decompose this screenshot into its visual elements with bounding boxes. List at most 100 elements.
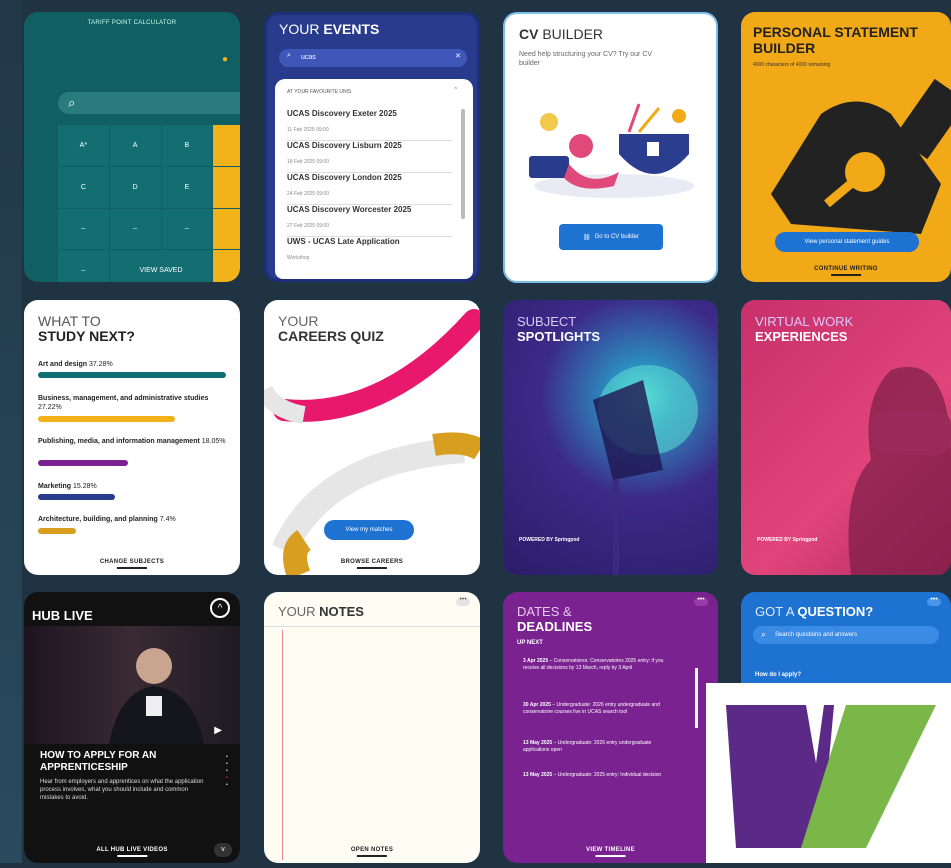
grade-cell[interactable]: [213, 125, 240, 166]
subject-pct: 37.28%: [88, 361, 113, 368]
view-timeline-link[interactable]: VIEW TIMELINE: [586, 847, 635, 857]
all-hub-live-videos-link[interactable]: ALL HUB LIVE VIDEOS: [96, 847, 167, 857]
go-to-cv-builder-button[interactable]: ⛓ Go to CV builder: [559, 224, 663, 250]
grade-cell[interactable]: [213, 166, 240, 208]
powered-by-springpod: POWERED BY Springpod: [519, 537, 580, 543]
event-name: UCAS Discovery London 2025: [287, 173, 402, 182]
wts-title-line1: WHAT TO: [38, 313, 101, 329]
clear-icon[interactable]: ✕: [455, 52, 461, 60]
notes-title-prefix: YOUR: [278, 604, 320, 619]
continue-writing-link[interactable]: CONTINUE WRITING: [814, 266, 878, 276]
expand-button[interactable]: v: [214, 843, 232, 857]
more-options-icon[interactable]: •••: [694, 596, 708, 606]
events-search-input[interactable]: ⌕ ucas ✕: [279, 49, 467, 67]
personal-statement-card: PERSONAL STATEMENT BUILDER 4000 characte…: [741, 12, 951, 282]
deadline-date: 3 Apr 2025: [523, 658, 549, 664]
events-section-header[interactable]: AT YOUR FAVOURITE UNIS ^: [287, 87, 457, 95]
collapse-button[interactable]: ^: [210, 598, 230, 618]
grade-cell[interactable]: [213, 250, 240, 282]
brand-logo: [706, 683, 951, 863]
event-name: UCAS Discovery Exeter 2025: [287, 109, 397, 118]
deadline-item[interactable]: 13 May 2025 – Undergraduate: 2025 entry:…: [523, 772, 673, 779]
subject-spotlights-card[interactable]: SUBJECT SPOTLIGHTS POWERED BY Springpod: [503, 300, 718, 575]
event-name: UWS - UCAS Late Application: [287, 237, 400, 246]
event-item[interactable]: UCAS Discovery London 2025 24 Feb 2025 09…: [287, 173, 452, 205]
presenter-image: [109, 648, 204, 744]
deadline-item[interactable]: 13 May 2025 – Undergraduate: 2026 entry …: [523, 740, 673, 754]
event-name: UCAS Discovery Lisburn 2025: [287, 141, 402, 150]
subject-bar: [38, 528, 76, 534]
notes-header-rule: [264, 626, 480, 627]
carousel-dots[interactable]: • • • • •: [226, 754, 230, 789]
video-thumbnail[interactable]: ▶: [24, 626, 240, 744]
calculator-search[interactable]: ⌕: [58, 92, 240, 114]
hub-description: Hear from employers and apprentices on w…: [40, 779, 204, 801]
deadline-date: 13 May 2025: [523, 772, 553, 778]
ps-char-count: 4000 characters of 4000 remaining: [753, 62, 831, 68]
notes-title-bold: NOTES: [319, 604, 364, 619]
event-date: 24 Feb 2025 09:00: [287, 191, 329, 197]
event-item[interactable]: UWS - UCAS Late Application Workshop: [287, 237, 452, 268]
spotlights-title-line2: SPOTLIGHTS: [517, 329, 601, 344]
grade-grid: A* A B C D E – – – – VIEW SAVED: [58, 125, 240, 282]
up-next-label: UP NEXT: [517, 640, 543, 646]
grade-cell[interactable]: E: [161, 166, 213, 208]
event-item[interactable]: UCAS Discovery Exeter 2025 11 Feb 2025 09…: [287, 109, 452, 141]
events-title-bold: EVENTS: [323, 21, 380, 37]
deadline-item[interactable]: 30 Apr 2025 – Undergraduate: 2026 entry …: [523, 702, 673, 716]
faq-item[interactable]: How do I apply?: [755, 672, 801, 678]
virtual-work-title: VIRTUAL WORK EXPERIENCES: [755, 314, 853, 344]
event-item[interactable]: UCAS Discovery Lisburn 2025 18 Feb 2025 0…: [287, 141, 452, 173]
deadline-item[interactable]: 3 Apr 2025 – Conservatoires: Conservatoi…: [523, 658, 673, 672]
notes-title: YOUR NOTES: [278, 604, 364, 619]
question-title: GOT A QUESTION?: [755, 604, 873, 619]
search-icon: ⌕: [68, 95, 76, 110]
change-subjects-link[interactable]: CHANGE SUBJECTS: [100, 559, 164, 569]
virtual-work-title-line2: EXPERIENCES: [755, 329, 848, 344]
subject-pct: 15.28%: [73, 483, 97, 490]
subject-pct: 27.22%: [38, 404, 62, 411]
grade-cell[interactable]: D: [109, 166, 161, 208]
cv-title-bold: CV: [519, 26, 539, 42]
question-search-input[interactable]: ⌕ Search questions and answers: [753, 626, 939, 644]
cv-description: Need help structuring your CV? Try our C…: [519, 51, 653, 67]
cv-button-label: Go to CV builder: [594, 234, 639, 240]
open-notes-link[interactable]: OPEN NOTES: [351, 847, 393, 857]
events-section-label: AT YOUR FAVOURITE UNIS: [287, 89, 352, 95]
spotlights-title: SUBJECT SPOTLIGHTS: [517, 314, 600, 344]
grade-cell[interactable]: –: [58, 250, 109, 282]
more-options-icon[interactable]: •••: [456, 596, 470, 606]
grade-cell[interactable]: A*: [58, 125, 109, 166]
grade-cell[interactable]: [213, 208, 240, 250]
event-date: 18 Feb 2025 09:00: [287, 159, 329, 165]
timeline-scrollbar[interactable]: [695, 668, 698, 728]
event-item[interactable]: UCAS Discovery Worcester 2025 27 Feb 2025…: [287, 205, 452, 237]
more-options-icon[interactable]: •••: [927, 596, 941, 606]
dates-title-line1: DATES &: [517, 604, 572, 619]
view-matches-button[interactable]: View my matches: [324, 520, 414, 540]
grade-cell[interactable]: C: [58, 166, 109, 208]
browse-careers-link[interactable]: BROWSE CAREERS: [341, 559, 403, 569]
view-ps-guides-button[interactable]: View personal statement guides: [775, 232, 919, 252]
deadline-text: Undergraduate: 2025 entry: Individual de…: [557, 772, 662, 778]
cv-builder-card: CV BUILDER Need help structuring your CV…: [503, 12, 718, 283]
subject-pct: 7.4%: [159, 516, 176, 523]
subject-pct: 18.05%: [201, 438, 226, 445]
grade-cell[interactable]: –: [161, 208, 213, 250]
grade-cell[interactable]: –: [109, 208, 161, 250]
grade-cell[interactable]: A: [109, 125, 161, 166]
lock-icon[interactable]: ●: [222, 54, 228, 65]
play-icon[interactable]: ▶: [214, 725, 222, 736]
deadline-date: 13 May 2025: [523, 740, 553, 746]
event-date: 27 Feb 2025 09:00: [287, 223, 329, 229]
subject-bar: [38, 494, 116, 500]
notes-margin-line: [282, 630, 283, 860]
grade-cell[interactable]: B: [161, 125, 213, 166]
virtual-work-card[interactable]: VIRTUAL WORK EXPERIENCES POWERED BY Sprin…: [741, 300, 951, 575]
question-search-placeholder: Search questions and answers: [775, 632, 858, 638]
your-notes-card[interactable]: YOUR NOTES ••• OPEN NOTES: [264, 592, 480, 863]
grade-cell[interactable]: –: [58, 208, 109, 250]
events-scrollbar[interactable]: [461, 109, 465, 219]
view-saved-link[interactable]: VIEW SAVED: [109, 250, 213, 282]
tariff-calculator-card[interactable]: TARIFF POINT CALCULATOR ● ⌕ A* A B C D E…: [24, 12, 240, 282]
